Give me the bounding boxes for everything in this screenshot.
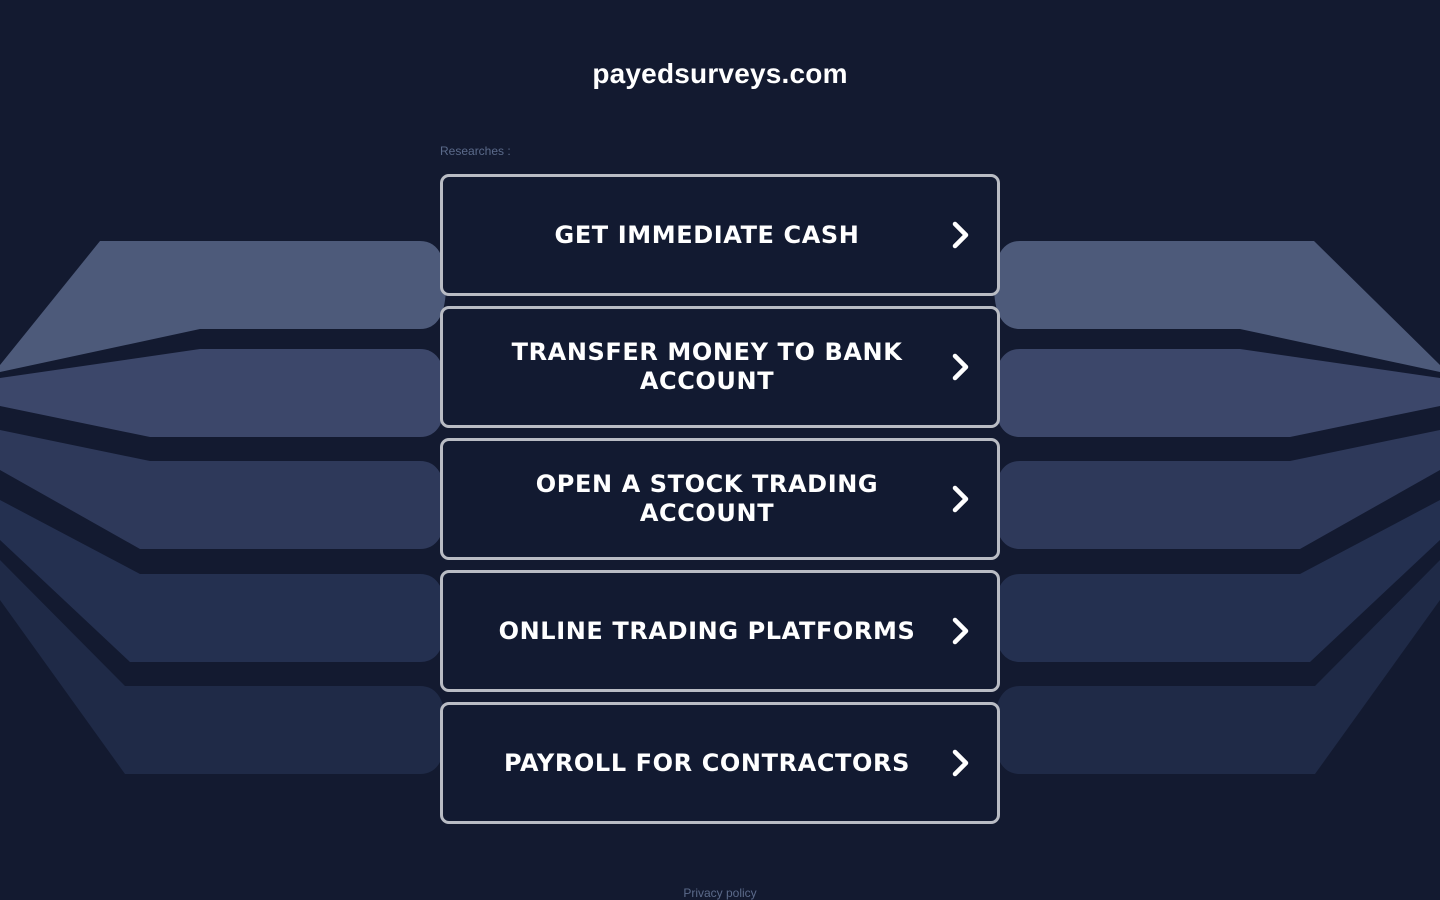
- chevron-right-icon: [952, 485, 969, 513]
- parked-domain-page: payedsurveys.com Researches : GET IMMEDI…: [0, 0, 1440, 900]
- privacy-policy-link[interactable]: Privacy policy: [0, 886, 1440, 900]
- related-link-label: OPEN A STOCK TRADING ACCOUNT: [535, 470, 879, 527]
- chevron-right-icon: [952, 353, 969, 381]
- related-link-payroll-for-contractors[interactable]: PAYROLL FOR CONTRACTORS: [440, 702, 1000, 824]
- chevron-right-icon: [952, 749, 969, 777]
- related-link-stock-trading-account[interactable]: OPEN A STOCK TRADING ACCOUNT: [440, 438, 1000, 560]
- chevron-right-icon: [952, 617, 969, 645]
- domain-title: payedsurveys.com: [592, 58, 848, 89]
- chevron-right-icon: [952, 221, 969, 249]
- related-link-online-trading-platforms[interactable]: ONLINE TRADING PLATFORMS: [440, 570, 1000, 692]
- searches-label: Researches :: [440, 144, 511, 158]
- related-links-list: GET IMMEDIATE CASH TRANSFER MONEY TO BAN…: [440, 174, 1000, 834]
- related-link-label: ONLINE TRADING PLATFORMS: [498, 616, 916, 645]
- related-link-label: PAYROLL FOR CONTRACTORS: [504, 748, 910, 777]
- related-link-label: GET IMMEDIATE CASH: [554, 220, 860, 249]
- related-link-label: TRANSFER MONEY TO BANK ACCOUNT: [511, 338, 903, 395]
- related-link-get-immediate-cash[interactable]: GET IMMEDIATE CASH: [440, 174, 1000, 296]
- related-link-transfer-money[interactable]: TRANSFER MONEY TO BANK ACCOUNT: [440, 306, 1000, 428]
